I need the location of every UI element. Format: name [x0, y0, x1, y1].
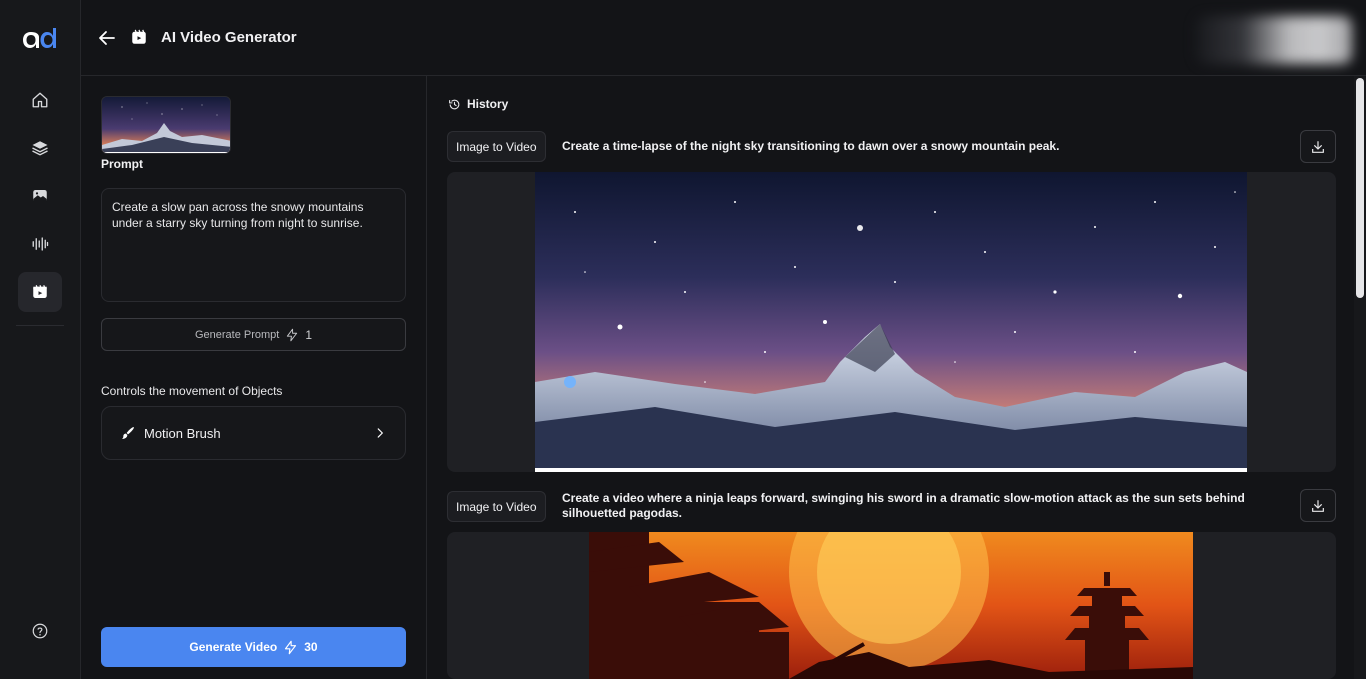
- generate-video-cost: 30: [304, 640, 318, 654]
- source-image-thumbnail[interactable]: [101, 96, 231, 154]
- generate-video-button[interactable]: Generate Video 30: [101, 627, 406, 667]
- controls-label: Controls the movement of Objects: [101, 384, 283, 398]
- generate-video-label: Generate Video: [189, 640, 278, 654]
- generate-prompt-button[interactable]: Generate Prompt 1: [101, 318, 406, 351]
- layers-icon: [32, 141, 48, 156]
- history-scrollbar-thumb[interactable]: [1356, 78, 1364, 298]
- download-button[interactable]: [1300, 489, 1336, 522]
- page-title: AI Video Generator: [161, 29, 297, 46]
- entry-type-tag[interactable]: Image to Video: [447, 491, 546, 522]
- download-icon: [1312, 140, 1324, 153]
- sidebar-divider: [16, 325, 64, 326]
- brush-icon: [122, 427, 134, 439]
- sidebar-item-video[interactable]: [18, 272, 62, 312]
- history-title: History: [467, 97, 509, 111]
- video-preview-ninja[interactable]: [589, 532, 1193, 679]
- generate-prompt-cost: 1: [305, 327, 313, 342]
- entry-prompt: Create a video where a ninja leaps forwa…: [562, 491, 1245, 520]
- history-icon: [449, 99, 460, 109]
- video-icon: [130, 28, 148, 46]
- sidebar: [0, 0, 81, 679]
- lightning-icon: [285, 640, 297, 654]
- video-preview-mountain[interactable]: [535, 172, 1247, 472]
- help-button[interactable]: [18, 611, 62, 651]
- home-icon: [32, 92, 48, 108]
- video-result-card[interactable]: [447, 532, 1336, 679]
- entry-type-tag[interactable]: Image to Video: [447, 131, 546, 162]
- prompt-label: Prompt: [101, 157, 143, 171]
- sidebar-item-home[interactable]: [18, 80, 62, 120]
- motion-brush-label: Motion Brush: [144, 425, 221, 441]
- sidebar-item-layers[interactable]: [18, 128, 62, 168]
- entry-prompt: Create a time-lapse of the night sky tra…: [562, 139, 1060, 153]
- download-icon: [1312, 499, 1324, 512]
- audio-waveform-icon: [32, 237, 49, 251]
- sidebar-item-image[interactable]: [18, 176, 62, 216]
- history-header: History: [448, 97, 508, 111]
- image-icon: [33, 190, 47, 202]
- motion-brush-button[interactable]: Motion Brush: [101, 406, 406, 460]
- arrow-left-icon: [99, 31, 115, 45]
- lightning-icon: [287, 328, 298, 341]
- app-root: AI Video Generator Prompt Create a slow …: [0, 0, 1366, 679]
- prompt-textarea[interactable]: Create a slow pan across the snowy mount…: [101, 188, 406, 302]
- sidebar-item-audio[interactable]: [18, 224, 62, 264]
- video-result-card[interactable]: [447, 172, 1336, 472]
- back-button[interactable]: [97, 28, 117, 48]
- download-button[interactable]: [1300, 130, 1336, 163]
- account-area[interactable]: [1196, 16, 1352, 64]
- chevron-right-icon: [377, 428, 383, 438]
- header: AI Video Generator: [81, 0, 1366, 76]
- video-icon: [33, 285, 47, 298]
- generator-panel: Prompt Create a slow pan across the snow…: [81, 76, 427, 679]
- help-icon: [32, 623, 48, 639]
- app-logo[interactable]: [22, 26, 58, 50]
- generate-prompt-label: Generate Prompt: [194, 328, 280, 341]
- history-panel: History Image to Video Create a time-lap…: [427, 76, 1366, 679]
